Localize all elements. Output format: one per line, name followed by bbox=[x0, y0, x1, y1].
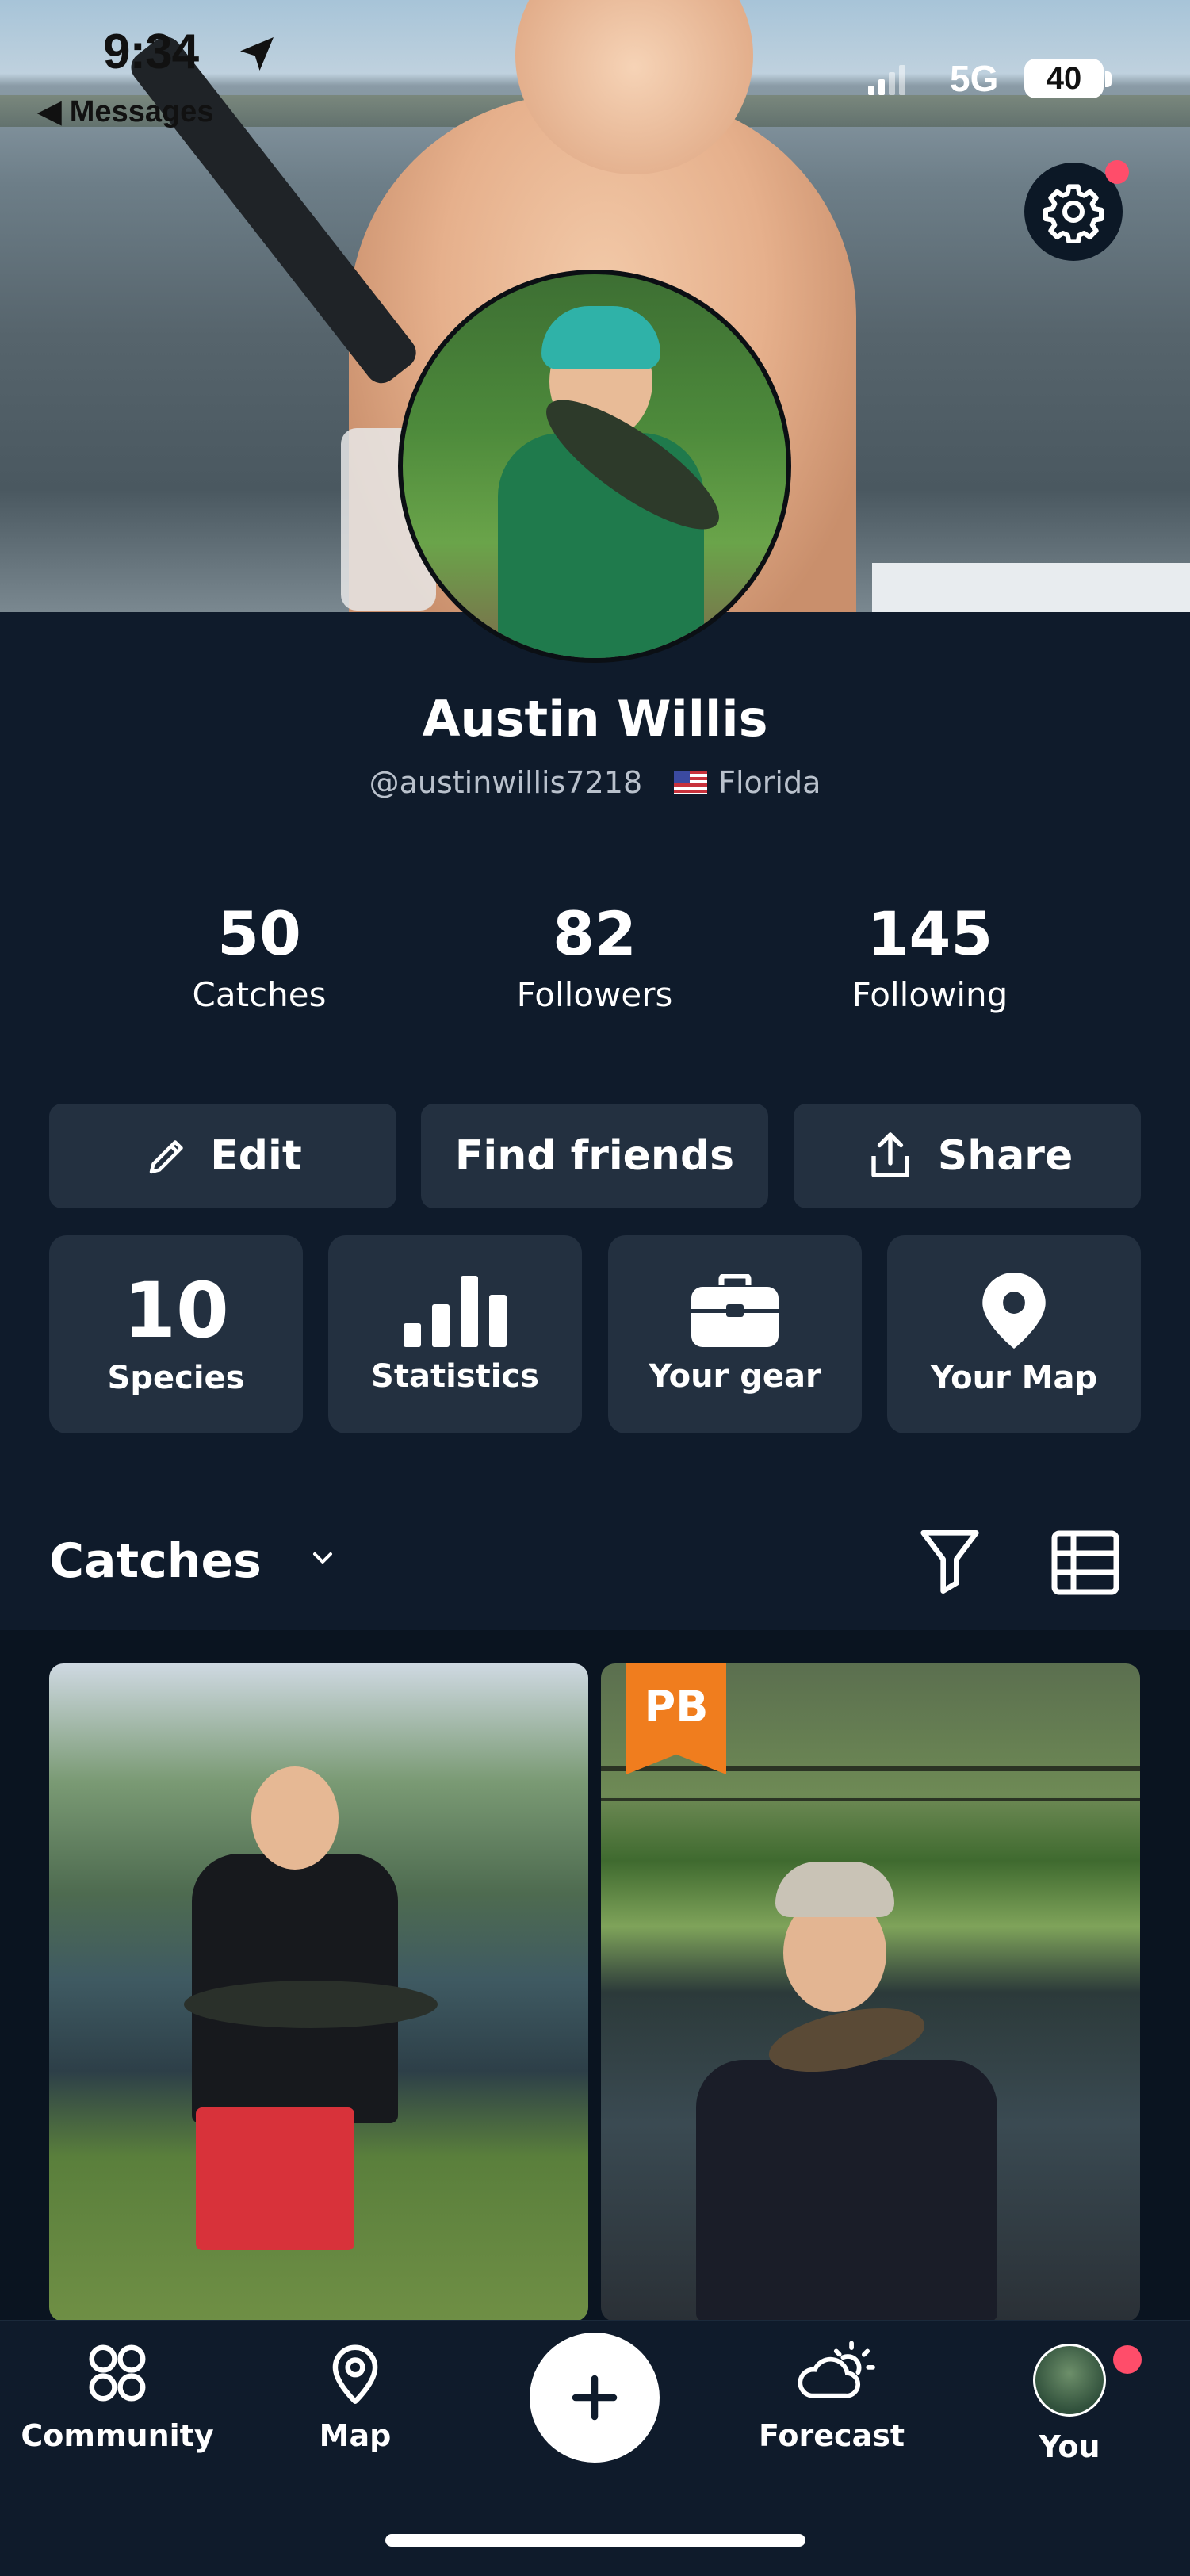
status-time: 9:34 bbox=[103, 25, 199, 79]
network-type: 5G bbox=[950, 58, 999, 99]
catch-card[interactable] bbox=[49, 1663, 588, 2321]
back-to-messages[interactable]: ◀ Messages bbox=[38, 94, 213, 129]
catch-person-shirt bbox=[696, 2060, 997, 2321]
tab-label: Community bbox=[21, 2418, 214, 2453]
share-label: Share bbox=[937, 1132, 1073, 1180]
us-flag-icon bbox=[674, 771, 708, 794]
bar-chart-icon bbox=[404, 1276, 507, 1347]
you-avatar[interactable] bbox=[1033, 2344, 1106, 2417]
filter-icon[interactable] bbox=[918, 1527, 981, 1597]
plus-icon bbox=[572, 2375, 618, 2421]
add-catch-button[interactable] bbox=[530, 2333, 660, 2463]
profile-name: Austin Willis bbox=[422, 690, 768, 748]
stat-catches[interactable]: 50 Catches bbox=[140, 896, 378, 1014]
boat-edge bbox=[872, 563, 1190, 612]
profile-handle: @austinwillis7218 bbox=[369, 765, 643, 800]
stat-value: 50 bbox=[217, 898, 301, 969]
stat-label: Followers bbox=[516, 975, 673, 1014]
catches-dropdown[interactable]: Catches bbox=[49, 1533, 339, 1589]
find-friends-label: Find friends bbox=[454, 1132, 735, 1180]
you-notification-dot bbox=[1113, 2345, 1142, 2374]
gear-tile[interactable]: Your gear bbox=[608, 1235, 862, 1433]
chevron-down-icon bbox=[312, 1552, 332, 1564]
edit-button[interactable]: Edit bbox=[49, 1104, 396, 1208]
catch-person-head bbox=[251, 1766, 339, 1870]
stat-following[interactable]: 145 Following bbox=[811, 896, 1049, 1014]
catch-card[interactable] bbox=[601, 1663, 1140, 2321]
catches-title: Catches bbox=[49, 1533, 262, 1589]
pencil-icon bbox=[150, 1140, 184, 1174]
share-button[interactable]: Share bbox=[794, 1104, 1141, 1208]
weather-cloud-sun-icon bbox=[798, 2341, 875, 2398]
gear-label: Your gear bbox=[649, 1358, 821, 1395]
list-view-icon[interactable] bbox=[1051, 1530, 1119, 1595]
profile-subline: @austinwillis7218 Florida bbox=[0, 765, 1190, 800]
location-arrow-icon bbox=[240, 37, 274, 71]
profile-avatar[interactable] bbox=[398, 270, 791, 663]
species-tile[interactable]: 10 Species bbox=[49, 1235, 303, 1433]
tab-label: You bbox=[1039, 2429, 1100, 2464]
settings-notification-dot bbox=[1105, 160, 1129, 184]
stat-label: Following bbox=[851, 975, 1008, 1014]
community-icon bbox=[89, 2344, 146, 2402]
tab-label: Map bbox=[319, 2418, 392, 2453]
avatar-person-hair bbox=[541, 306, 660, 369]
stat-value: 145 bbox=[867, 898, 993, 969]
tab-you[interactable]: You bbox=[959, 2421, 1180, 2464]
statistics-label: Statistics bbox=[371, 1358, 539, 1395]
map-label: Your Map bbox=[930, 1360, 1098, 1396]
gear-icon bbox=[1043, 184, 1104, 243]
tab-label: Forecast bbox=[759, 2418, 905, 2453]
species-label: Species bbox=[107, 1360, 245, 1396]
stat-label: Catches bbox=[192, 975, 327, 1014]
location-pin-icon bbox=[982, 1273, 1046, 1349]
statistics-tile[interactable]: Statistics bbox=[328, 1235, 582, 1433]
tab-community[interactable]: Community bbox=[6, 2339, 228, 2453]
stat-followers[interactable]: 82 Followers bbox=[476, 896, 714, 1014]
signal-icon bbox=[868, 65, 905, 95]
edit-label: Edit bbox=[210, 1132, 302, 1180]
catch-fence bbox=[601, 1766, 1140, 1801]
tackle-box-icon bbox=[691, 1274, 779, 1347]
catch-person-hair bbox=[775, 1862, 894, 1917]
battery-icon bbox=[1105, 71, 1112, 87]
share-icon bbox=[871, 1132, 909, 1177]
stat-value: 82 bbox=[553, 898, 637, 969]
battery-level: 40 bbox=[1024, 59, 1104, 98]
tab-forecast[interactable]: Forecast bbox=[721, 2339, 943, 2453]
catch-person-shorts bbox=[196, 2107, 354, 2250]
tab-map[interactable]: Map bbox=[244, 2339, 466, 2453]
find-friends-button[interactable]: Find friends bbox=[421, 1104, 768, 1208]
map-pin-icon bbox=[332, 2344, 378, 2405]
home-indicator bbox=[385, 2534, 805, 2547]
map-tile[interactable]: Your Map bbox=[887, 1235, 1141, 1433]
catch-fish bbox=[184, 1981, 438, 2028]
species-count: 10 bbox=[123, 1266, 229, 1355]
profile-location: Florida bbox=[718, 765, 821, 800]
